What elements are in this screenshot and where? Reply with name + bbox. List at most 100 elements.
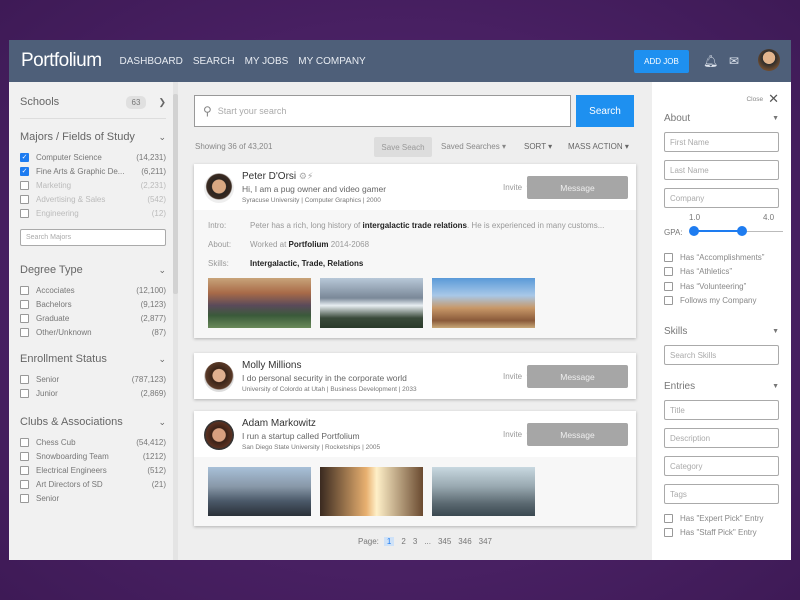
mail-icon[interactable]: ✉ bbox=[729, 54, 739, 68]
add-job-button[interactable]: ADD JOB bbox=[634, 50, 689, 73]
search-input[interactable]: ⚲ Start your search bbox=[194, 95, 571, 127]
entry-title-input[interactable]: Title bbox=[664, 400, 779, 420]
skills-header[interactable]: Skills ▼ bbox=[664, 326, 779, 337]
filter-option[interactable]: Chess Cub (54,412) bbox=[20, 435, 166, 449]
message-button[interactable]: Message bbox=[527, 365, 628, 388]
search-button[interactable]: Search bbox=[576, 95, 634, 127]
checkbox[interactable] bbox=[664, 528, 673, 538]
company-input[interactable]: Company bbox=[664, 188, 779, 208]
filter-option[interactable]: Bachelors (9,123) bbox=[20, 297, 166, 311]
filter-option[interactable]: Graduate (2,877) bbox=[20, 311, 166, 325]
entry-category-input[interactable]: Category bbox=[664, 456, 779, 476]
checkbox[interactable] bbox=[20, 374, 29, 384]
portfolio-thumbnail[interactable] bbox=[432, 467, 535, 516]
filter-option[interactable]: Marketing (2,231) bbox=[20, 178, 166, 192]
message-button[interactable]: Message bbox=[527, 423, 628, 446]
checkbox[interactable] bbox=[20, 388, 29, 398]
page-link[interactable]: 345 bbox=[438, 537, 451, 546]
page-link[interactable]: ... bbox=[424, 537, 431, 546]
enrollment-header[interactable]: Enrollment Status ⌄ bbox=[20, 349, 166, 369]
portfolio-thumbnail[interactable] bbox=[208, 467, 311, 516]
filter-option[interactable]: Engineering (12) bbox=[20, 206, 166, 220]
profile-avatar[interactable] bbox=[204, 362, 234, 392]
checkbox[interactable] bbox=[664, 252, 673, 262]
last-name-input[interactable]: Last Name bbox=[664, 160, 779, 180]
filter-option[interactable]: Senior (787,123) bbox=[20, 372, 166, 386]
page-link[interactable]: 1 bbox=[383, 537, 395, 546]
page-link[interactable]: 346 bbox=[458, 537, 471, 546]
nav-search[interactable]: SEARCH bbox=[193, 56, 235, 67]
filter-option[interactable]: Junior (2,869) bbox=[20, 386, 166, 400]
profile-avatar[interactable] bbox=[204, 420, 234, 450]
checkbox[interactable] bbox=[20, 285, 29, 295]
filter-checkbox[interactable]: Has "Staff Pick" Entry bbox=[664, 526, 779, 541]
filter-option[interactable]: Senior bbox=[20, 491, 166, 505]
filter-option[interactable]: ✓ Fine Arts & Graphic De... (6,211) bbox=[20, 164, 166, 178]
user-avatar[interactable] bbox=[758, 49, 780, 71]
profile-name[interactable]: Adam Markowitz bbox=[242, 418, 316, 429]
filter-option[interactable]: Art Directors of SD (21) bbox=[20, 477, 166, 491]
saved-searches-dropdown[interactable]: Saved Searches ▾ bbox=[441, 142, 506, 151]
slider-handle-max[interactable] bbox=[737, 226, 747, 236]
nav-my-jobs[interactable]: MY JOBS bbox=[245, 56, 289, 67]
schools-filter[interactable]: Schools 63 ❯ bbox=[20, 92, 166, 112]
checkbox[interactable] bbox=[20, 299, 29, 309]
nav-my-company[interactable]: MY COMPANY bbox=[298, 56, 365, 67]
logo[interactable]: Portfolium bbox=[21, 50, 102, 72]
page-link[interactable]: 3 bbox=[413, 537, 417, 546]
portfolio-thumbnail[interactable] bbox=[432, 278, 535, 328]
search-skills-input[interactable]: Search Skills bbox=[664, 345, 779, 365]
checkbox[interactable] bbox=[20, 493, 29, 503]
checkbox[interactable] bbox=[664, 267, 673, 277]
close-button[interactable]: Close ✕ bbox=[664, 91, 779, 107]
first-name-input[interactable]: First Name bbox=[664, 132, 779, 152]
bell-icon[interactable]: 🔔︎ bbox=[703, 54, 718, 68]
nav-dashboard[interactable]: DASHBOARD bbox=[120, 56, 183, 67]
profile-name[interactable]: Peter D'Orsi ⚙⚡︎ bbox=[242, 171, 313, 182]
save-search-button[interactable]: Save Seach bbox=[374, 137, 432, 157]
filter-option[interactable]: Snowboarding Team (1212) bbox=[20, 449, 166, 463]
entry-tags-input[interactable]: Tags bbox=[664, 484, 779, 504]
filter-checkbox[interactable]: Has "Expert Pick" Entry bbox=[664, 511, 779, 526]
filter-option[interactable]: Electrical Engineers (512) bbox=[20, 463, 166, 477]
checkbox[interactable] bbox=[664, 513, 673, 523]
filter-checkbox[interactable]: Has “Accomplishments” bbox=[664, 250, 779, 265]
filter-option[interactable]: Accociates (12,100) bbox=[20, 283, 166, 297]
checkbox[interactable] bbox=[20, 313, 29, 323]
sort-dropdown[interactable]: SORT ▾ bbox=[524, 142, 552, 151]
checkbox[interactable] bbox=[20, 180, 29, 190]
checkbox[interactable] bbox=[20, 451, 29, 461]
about-header[interactable]: About ▼ bbox=[664, 113, 779, 124]
portfolio-thumbnail[interactable] bbox=[320, 467, 423, 516]
portfolio-thumbnail[interactable] bbox=[208, 278, 311, 328]
clubs-header[interactable]: Clubs & Associations ⌄ bbox=[20, 412, 166, 432]
gpa-slider[interactable]: 1.0 4.0 GPA: bbox=[664, 213, 783, 250]
search-majors-input[interactable]: Search Majors bbox=[20, 229, 166, 246]
checkbox[interactable] bbox=[20, 208, 29, 218]
filter-checkbox[interactable]: Has “Volunteering” bbox=[664, 279, 779, 294]
mass-action-dropdown[interactable]: MASS ACTION ▾ bbox=[568, 142, 629, 151]
checkbox[interactable] bbox=[20, 465, 29, 475]
page-link[interactable]: 347 bbox=[479, 537, 492, 546]
filter-checkbox[interactable]: Follows my Company bbox=[664, 294, 779, 309]
checkbox[interactable]: ✓ bbox=[20, 166, 29, 176]
checkbox[interactable] bbox=[664, 296, 673, 306]
filter-option[interactable]: ✓ Computer Science (14,231) bbox=[20, 150, 166, 164]
checkbox[interactable] bbox=[20, 437, 29, 447]
filter-option[interactable]: Advertising & Sales (542) bbox=[20, 192, 166, 206]
profile-name[interactable]: Molly Millions bbox=[242, 360, 301, 371]
entries-header[interactable]: Entries ▼ bbox=[664, 381, 779, 392]
checkbox[interactable] bbox=[20, 194, 29, 204]
message-button[interactable]: Message bbox=[527, 176, 628, 199]
checkbox[interactable] bbox=[20, 479, 29, 489]
checkbox[interactable]: ✓ bbox=[20, 152, 29, 162]
portfolio-thumbnail[interactable] bbox=[320, 278, 423, 328]
page-link[interactable]: 2 bbox=[401, 537, 405, 546]
filter-checkbox[interactable]: Has “Athletics” bbox=[664, 265, 779, 280]
sidebar-scrollbar[interactable] bbox=[173, 82, 178, 560]
entry-description-input[interactable]: Description bbox=[664, 428, 779, 448]
degree-header[interactable]: Degree Type ⌄ bbox=[20, 260, 166, 280]
majors-header[interactable]: Majors / Fields of Study ⌄ bbox=[20, 127, 166, 147]
checkbox[interactable] bbox=[20, 327, 29, 337]
filter-option[interactable]: Other/Unknown (87) bbox=[20, 325, 166, 339]
